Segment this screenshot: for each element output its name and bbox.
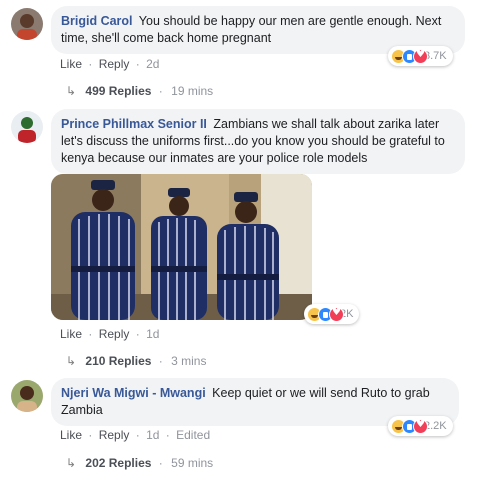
love-icon — [413, 48, 428, 64]
replies-count[interactable]: 499 Replies — [85, 84, 151, 98]
replies-count[interactable]: 202 Replies — [85, 456, 151, 470]
comment-timestamp[interactable]: 1d — [146, 327, 159, 341]
reply-arrow-icon: ↳ — [66, 354, 77, 368]
replies-time: 19 mins — [171, 84, 214, 98]
comment-photo[interactable] — [51, 174, 312, 320]
comment-timestamp[interactable]: 1d — [146, 428, 159, 442]
reply-arrow-icon: ↳ — [66, 456, 77, 470]
avatar[interactable] — [11, 380, 43, 412]
comment-bubble: Prince Phillmax Senior II Zambians we sh… — [51, 109, 465, 174]
edited-label[interactable]: Edited — [176, 428, 210, 442]
replies-time: 3 mins — [171, 354, 207, 368]
view-replies-link[interactable]: ↳ 499 Replies · 19 mins — [66, 84, 213, 98]
separator: · — [135, 428, 140, 442]
avatar[interactable] — [11, 111, 43, 143]
replies-count[interactable]: 210 Replies — [85, 354, 151, 368]
separator: · — [158, 456, 163, 470]
comment-author[interactable]: Prince Phillmax Senior II — [61, 117, 207, 131]
comment-actions: Like · Reply · 2d — [60, 57, 159, 71]
comment-author[interactable]: Brigid Carol — [61, 14, 133, 28]
view-replies-link[interactable]: ↳ 210 Replies · 3 mins — [66, 354, 206, 368]
view-replies-link[interactable]: ↳ 202 Replies · 59 mins — [66, 456, 213, 470]
reply-button[interactable]: Reply — [99, 57, 130, 71]
separator: · — [88, 327, 93, 341]
separator: · — [165, 428, 170, 442]
like-button[interactable]: Like — [60, 428, 82, 442]
replies-time: 59 mins — [171, 456, 214, 470]
reactions-summary[interactable]: 2.2K — [388, 416, 453, 436]
comment-actions: Like · Reply · 1d — [60, 327, 159, 341]
separator: · — [135, 57, 140, 71]
like-button[interactable]: Like — [60, 327, 82, 341]
reply-button[interactable]: Reply — [99, 428, 130, 442]
reactions-summary[interactable]: 2K — [304, 304, 360, 324]
comment-timestamp[interactable]: 2d — [146, 57, 159, 71]
separator: · — [158, 354, 163, 368]
separator: · — [88, 428, 93, 442]
comment-actions: Like · Reply · 1d · Edited — [60, 428, 210, 442]
love-icon — [413, 418, 428, 434]
reactions-summary[interactable]: 3.7K — [388, 46, 453, 66]
reply-arrow-icon: ↳ — [66, 84, 77, 98]
comment-author[interactable]: Njeri Wa Migwi - Mwangi — [61, 386, 206, 400]
separator: · — [88, 57, 93, 71]
separator: · — [158, 84, 163, 98]
reply-button[interactable]: Reply — [99, 327, 130, 341]
avatar[interactable] — [11, 8, 43, 40]
separator: · — [135, 327, 140, 341]
love-icon — [329, 306, 344, 322]
like-button[interactable]: Like — [60, 57, 82, 71]
